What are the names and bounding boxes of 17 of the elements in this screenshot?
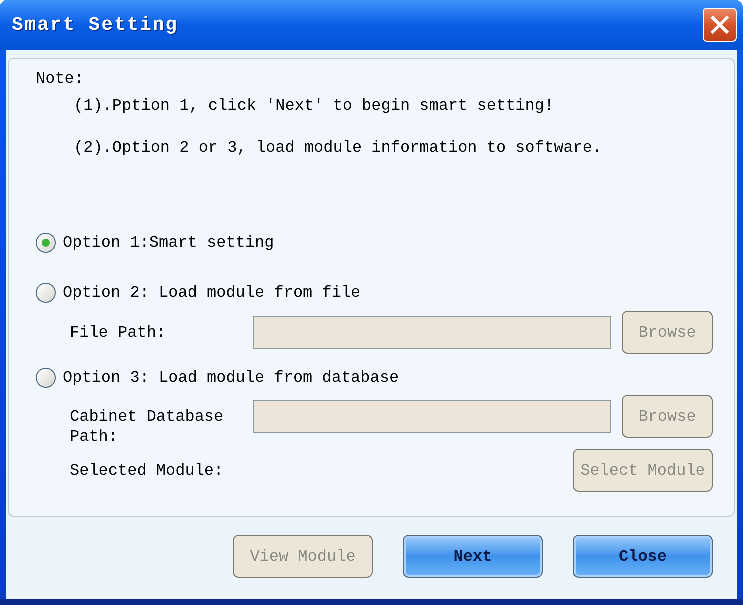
close-icon xyxy=(710,15,730,35)
field-label: Cabinet Database Path: xyxy=(70,407,225,447)
option-label[interactable]: Option 1:Smart setting xyxy=(63,233,274,253)
window-close-button[interactable] xyxy=(703,8,737,42)
radio-button[interactable] xyxy=(36,368,56,388)
note-text: (2).Option 2 or 3, load module information to software. xyxy=(74,138,602,158)
note-heading: Note: xyxy=(36,69,86,89)
field-label: File Path: xyxy=(70,323,168,343)
option-label[interactable]: Option 3: Load module from database xyxy=(63,368,400,388)
field-label: Selected Module: xyxy=(70,461,225,481)
radio-button[interactable] xyxy=(36,233,56,253)
note-text: (1).Pption 1, click 'Next' to begin smart setting! xyxy=(74,96,554,116)
window-title: Smart Setting xyxy=(12,13,178,37)
close-button[interactable]: Close xyxy=(573,535,713,578)
radio-button[interactable] xyxy=(36,283,56,303)
next-button[interactable]: Next xyxy=(403,535,543,578)
option-label[interactable]: Option 2: Load module from file xyxy=(63,283,361,303)
